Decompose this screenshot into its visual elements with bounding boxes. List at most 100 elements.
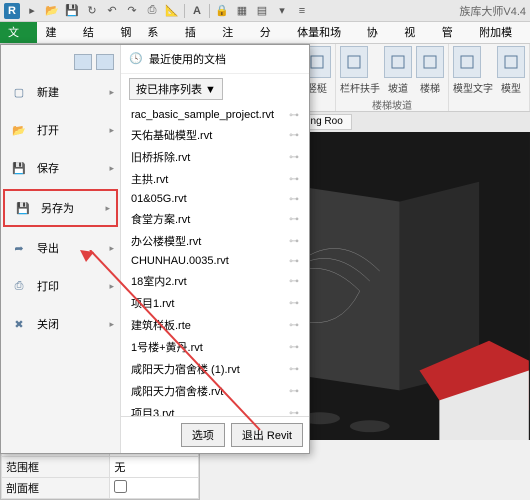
qat-lock-icon[interactable]: 🔒 (214, 3, 230, 19)
file-menu-new[interactable]: ▢新建▸ (1, 73, 120, 111)
recent-file-name: 项目3.rvt (131, 405, 174, 416)
sort-dropdown[interactable]: 按已排序列表 ▼ (129, 78, 223, 100)
file-menu-open[interactable]: 📂打开▸ (1, 111, 120, 149)
ribbon-btn-1-2[interactable] (416, 46, 444, 78)
ribbon-btn-1-0[interactable] (340, 46, 368, 78)
qat-sync-icon[interactable]: ↻ (84, 3, 100, 19)
recent-file-row[interactable]: rac_basic_sample_project.rvt ⊶ (121, 106, 309, 124)
qat-print-icon[interactable]: ⎙ (144, 3, 160, 19)
file-menu-saveas[interactable]: 💾另存为▸ (3, 189, 118, 227)
pin-icon[interactable]: ⊶ (289, 214, 299, 225)
ribbon-tab-4[interactable]: 系统 (139, 22, 176, 43)
chevron-right-icon: ▸ (109, 125, 114, 136)
prop-row: 范围框无 (2, 457, 199, 478)
fm-item-label: 导出 (37, 240, 59, 256)
print-icon: ⎙ (9, 276, 29, 296)
recent-file-row[interactable]: 建筑样板.rte⊶ (121, 314, 309, 336)
pin-icon[interactable]: ⊶ (289, 110, 299, 121)
qat-save-icon[interactable]: 💾 (64, 3, 80, 19)
ribbon-panel-2: 模型文字模型 (449, 44, 530, 111)
ribbon-tab-10[interactable]: 视图 (396, 22, 433, 43)
ribbon-tab-12[interactable]: 附加模块 (471, 22, 530, 43)
chevron-right-icon: ▸ (109, 243, 114, 254)
pin-icon[interactable]: ⊶ (289, 298, 299, 309)
qat-measure-icon[interactable]: 📐 (164, 3, 180, 19)
ribbon-tab-8[interactable]: 体量和场地 (289, 22, 359, 43)
ribbon-tab-6[interactable]: 注释 (214, 22, 251, 43)
qat-view-icon[interactable]: ▦ (234, 3, 250, 19)
ribbon-tab-1[interactable]: 建筑 (37, 22, 74, 43)
file-menu-close[interactable]: ✖关闭▸ (1, 305, 120, 343)
recent-file-row[interactable]: 18室内2.rvt⊶ (121, 270, 309, 292)
pin-icon[interactable]: ⊶ (289, 194, 299, 205)
recent-file-row[interactable]: 办公楼模型.rvt⊶ (121, 230, 309, 252)
pin-icon[interactable]: ⊶ (289, 320, 299, 331)
ribbon-btn-label: 模型 (497, 80, 525, 95)
export-icon: ➦ (9, 238, 29, 258)
qat-align-icon[interactable]: ≡ (294, 3, 310, 19)
file-menu-print[interactable]: ⎙打印▸ (1, 267, 120, 305)
recent-file-name: 食堂方案.rvt (131, 211, 190, 227)
ribbon-btn-2-1[interactable] (497, 46, 525, 78)
chevron-right-icon: ▸ (109, 87, 114, 98)
prop-value[interactable] (110, 478, 199, 499)
prop-value[interactable]: 无 (110, 457, 199, 478)
pin-icon[interactable]: ⊶ (289, 236, 299, 247)
ribbon-tab-0[interactable]: 文件 (0, 22, 37, 43)
pin-icon[interactable]: ⊶ (289, 256, 299, 267)
recent-file-row[interactable]: 1号楼+黄丹.rvt⊶ (121, 336, 309, 358)
qat-open-icon[interactable]: ▸ (24, 3, 40, 19)
pin-icon[interactable]: ⊶ (289, 364, 299, 375)
qat-down-icon[interactable]: ▾ (274, 3, 290, 19)
qat-redo-icon[interactable]: ↷ (124, 3, 140, 19)
ribbon-tab-2[interactable]: 结构 (75, 22, 112, 43)
qat-grid-icon[interactable]: ▤ (254, 3, 270, 19)
recent-list: rac_basic_sample_project.rvt⊶天佑基础模型.rvt⊶… (121, 104, 309, 416)
recent-file-row[interactable]: 食堂方案.rvt ⊶ (121, 208, 309, 230)
file-menu-footer: 选项 退出 Revit (121, 416, 309, 453)
chevron-right-icon: ▸ (109, 281, 114, 292)
prop-label: 剖面框 (2, 478, 110, 499)
options-button[interactable]: 选项 (181, 423, 225, 447)
recent-file-row[interactable]: 天佑基础模型.rvt⊶ (121, 124, 309, 146)
prop-label: 范围框 (2, 457, 110, 478)
pin-icon[interactable]: ⊶ (289, 152, 299, 163)
ribbon-tab-11[interactable]: 管理 (434, 22, 471, 43)
recent-file-name: 旧桥拆除.rvt (131, 149, 190, 165)
recent-file-row[interactable]: 主拱.rvt⊶ (121, 168, 309, 190)
qat-text-icon[interactable]: A (189, 3, 205, 19)
pin-icon[interactable]: ⊶ (289, 174, 299, 185)
prop-checkbox[interactable] (114, 480, 127, 493)
recent-file-row[interactable]: 项目3.rvt ⊶ (121, 402, 309, 416)
recent-file-row[interactable]: 旧桥拆除.rvt ⊶ (121, 146, 309, 168)
pin-icon[interactable]: ⊶ (289, 386, 299, 397)
file-menu-export[interactable]: ➦ 导出 ▸ (1, 229, 120, 267)
fm-tool-1[interactable] (74, 54, 92, 70)
ribbon-tab-5[interactable]: 插入 (177, 22, 214, 43)
recent-file-name: 01&05G.rvt (131, 193, 187, 205)
fm-tool-2[interactable] (96, 54, 114, 70)
ribbon-btn-1-1[interactable] (384, 46, 412, 78)
exit-button[interactable]: 退出 Revit (231, 423, 303, 447)
file-menu-recent-panel: 🕓 最近使用的文档 按已排序列表 ▼ rac_basic_sample_proj… (121, 45, 309, 453)
pin-icon[interactable]: ⊶ (289, 342, 299, 353)
recent-file-name: rac_basic_sample_project.rvt (131, 109, 274, 121)
qat-undo-icon[interactable]: ↶ (104, 3, 120, 19)
recent-file-row[interactable]: 01&05G.rvt ⊶ (121, 190, 309, 208)
pin-icon[interactable]: ⊶ (289, 130, 299, 141)
recent-file-row[interactable]: CHUNHAU.0035.rvt⊶ (121, 252, 309, 270)
pin-icon[interactable]: ⊶ (289, 276, 299, 287)
ribbon-tab-3[interactable]: 钢 (112, 22, 139, 43)
chevron-right-icon: ▸ (109, 319, 114, 330)
recent-file-row[interactable]: 咸阳天力宿舍楼 (1).rvt⊶ (121, 358, 309, 380)
ribbon-btn-2-0[interactable] (453, 46, 481, 78)
qat-open2-icon[interactable]: 📂 (44, 3, 60, 19)
recent-header: 🕓 最近使用的文档 (121, 45, 309, 74)
chevron-right-icon: ▸ (105, 203, 110, 214)
ribbon-tab-7[interactable]: 分析 (252, 22, 289, 43)
recent-file-row[interactable]: 咸阳天力宿舍楼.rvt⊶ (121, 380, 309, 402)
file-menu-save[interactable]: 💾保存▸ (1, 149, 120, 187)
pin-icon[interactable]: ⊶ (289, 408, 299, 417)
ribbon-tab-9[interactable]: 协作 (359, 22, 396, 43)
recent-file-row[interactable]: 项目1.rvt⊶ (121, 292, 309, 314)
